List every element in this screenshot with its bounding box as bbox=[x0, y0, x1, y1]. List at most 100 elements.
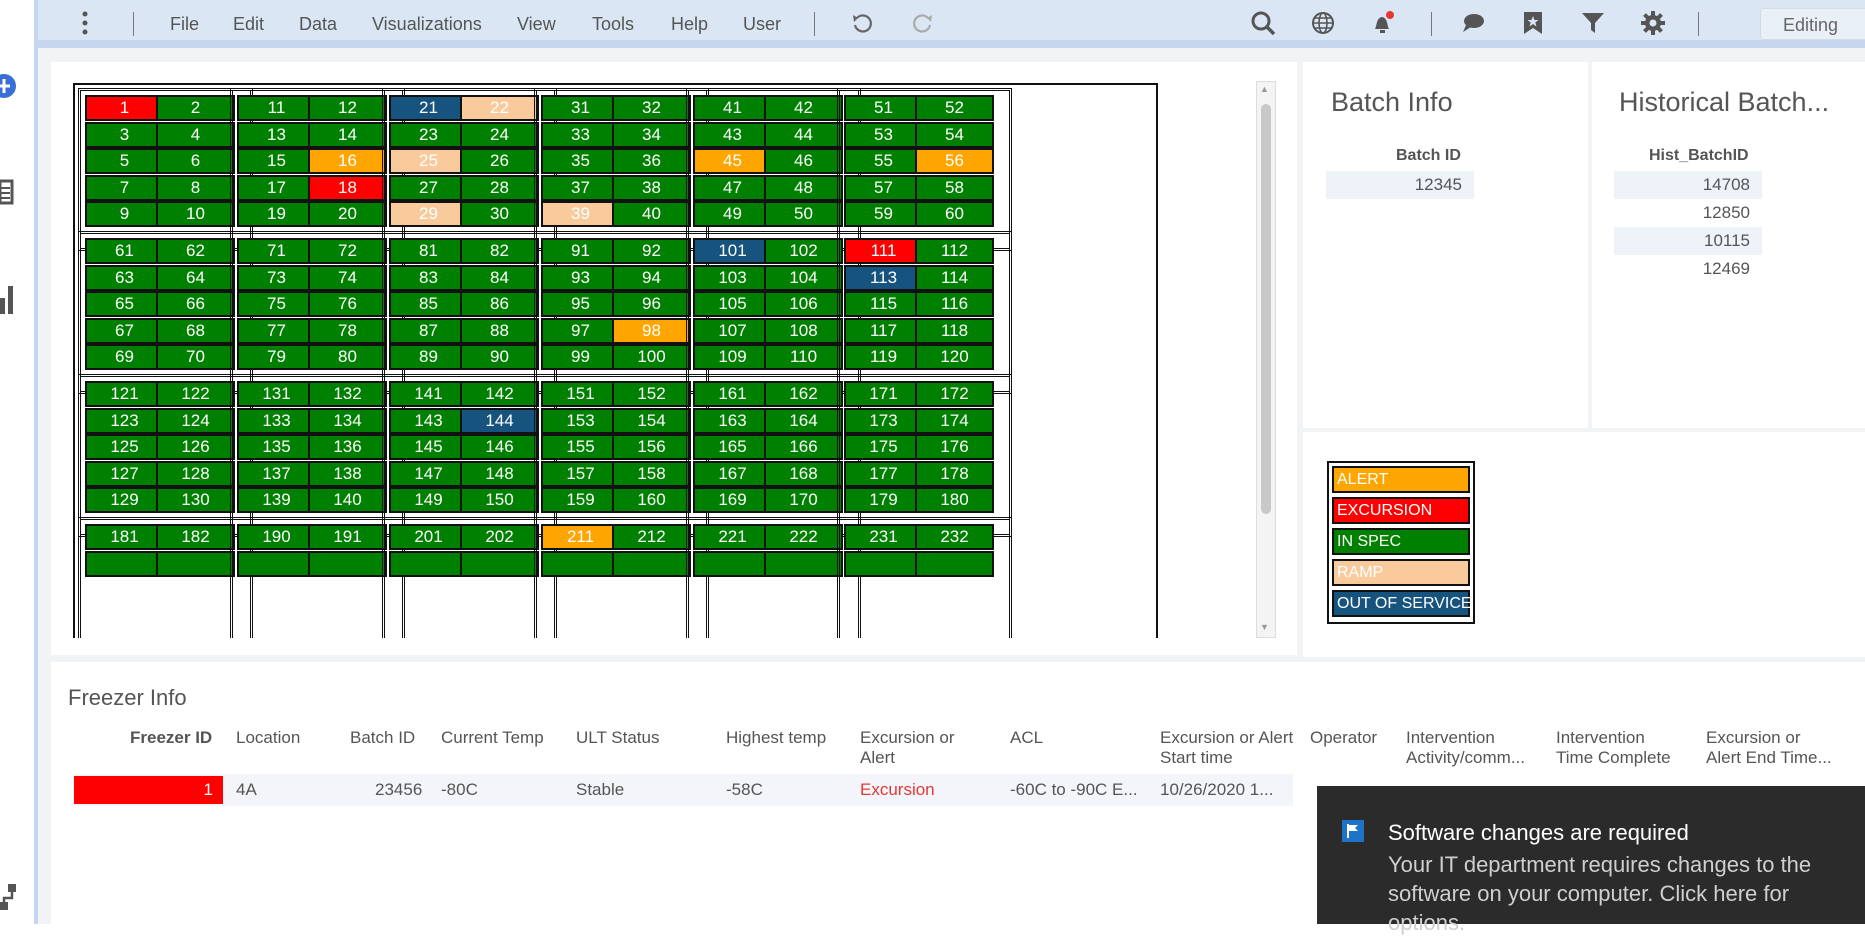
col-highest-temp[interactable]: Highest temp bbox=[726, 728, 826, 748]
freezer-cell[interactable]: 190 bbox=[237, 524, 316, 550]
freezer-cell[interactable]: 25 bbox=[389, 148, 468, 175]
freezer-cell[interactable]: 5 bbox=[85, 148, 164, 175]
grid-scrollbar[interactable]: ▲ ▼ bbox=[1256, 81, 1276, 638]
freezer-cell[interactable]: 165 bbox=[693, 434, 772, 461]
freezer-cell[interactable]: 84 bbox=[460, 264, 539, 291]
freezer-cell[interactable]: 1 bbox=[85, 95, 164, 121]
col-intervention-time[interactable]: Intervention Time Complete bbox=[1556, 728, 1686, 768]
freezer-cell[interactable]: 139 bbox=[237, 487, 316, 514]
freezer-cell[interactable]: 133 bbox=[237, 407, 316, 434]
freezer-cell[interactable]: 114 bbox=[915, 264, 994, 291]
freezer-cell[interactable]: 181 bbox=[85, 524, 164, 550]
freezer-cell[interactable]: 55 bbox=[844, 148, 923, 175]
scroll-down-icon[interactable]: ▼ bbox=[1260, 622, 1269, 632]
freezer-cell[interactable]: 99 bbox=[541, 344, 620, 371]
hist-batch-row[interactable]: 10115 bbox=[1614, 227, 1762, 255]
freezer-cell[interactable]: 191 bbox=[308, 524, 387, 550]
freezer-cell[interactable]: 89 bbox=[389, 344, 468, 371]
freezer-cell[interactable] bbox=[85, 550, 164, 577]
freezer-cell[interactable]: 67 bbox=[85, 317, 164, 344]
freezer-cell[interactable]: 6 bbox=[156, 148, 235, 175]
cell-acl[interactable]: -60C to -90C E... bbox=[1010, 780, 1138, 800]
menu-file[interactable]: File bbox=[170, 14, 199, 35]
filter-icon[interactable] bbox=[1580, 10, 1606, 36]
freezer-cell[interactable]: 33 bbox=[541, 121, 620, 148]
col-current-temp[interactable]: Current Temp bbox=[441, 728, 544, 748]
hist-batch-row[interactable]: 12469 bbox=[1614, 255, 1762, 283]
freezer-cell[interactable]: 97 bbox=[541, 317, 620, 344]
freezer-cell[interactable]: 124 bbox=[156, 407, 235, 434]
freezer-cell[interactable]: 34 bbox=[612, 121, 691, 148]
freezer-cell[interactable]: 54 bbox=[915, 121, 994, 148]
freezer-cell[interactable]: 57 bbox=[844, 174, 923, 201]
freezer-cell[interactable] bbox=[237, 550, 316, 577]
col-intervention-activity[interactable]: Intervention Activity/comm... bbox=[1406, 728, 1536, 768]
freezer-cell[interactable]: 125 bbox=[85, 434, 164, 461]
bookmark-icon[interactable] bbox=[1520, 10, 1546, 36]
freezer-cell[interactable]: 47 bbox=[693, 174, 772, 201]
freezer-cell[interactable]: 20 bbox=[308, 201, 387, 228]
freezer-cell[interactable]: 135 bbox=[237, 434, 316, 461]
cell-current-temp[interactable]: -80C bbox=[441, 780, 478, 800]
freezer-cell[interactable]: 13 bbox=[237, 121, 316, 148]
freezer-cell[interactable]: 149 bbox=[389, 487, 468, 514]
freezer-cell[interactable]: 30 bbox=[460, 201, 539, 228]
globe-icon[interactable] bbox=[1310, 10, 1336, 36]
freezer-cell[interactable]: 79 bbox=[237, 344, 316, 371]
freezer-cell[interactable]: 83 bbox=[389, 264, 468, 291]
freezer-cell[interactable]: 179 bbox=[844, 487, 923, 514]
freezer-cell[interactable]: 169 bbox=[693, 487, 772, 514]
system-notification-toast[interactable]: Software changes are required Your IT de… bbox=[1317, 786, 1865, 935]
freezer-cell[interactable]: 158 bbox=[612, 460, 691, 487]
freezer-cell[interactable]: 95 bbox=[541, 291, 620, 318]
freezer-cell[interactable]: 28 bbox=[460, 174, 539, 201]
list-icon[interactable] bbox=[0, 178, 18, 206]
freezer-cell[interactable]: 19 bbox=[237, 201, 316, 228]
freezer-cell[interactable]: 68 bbox=[156, 317, 235, 344]
freezer-cell[interactable]: 40 bbox=[612, 201, 691, 228]
freezer-cell[interactable]: 46 bbox=[764, 148, 843, 175]
notification-bell-icon[interactable] bbox=[1370, 10, 1396, 36]
freezer-cell[interactable]: 98 bbox=[612, 317, 691, 344]
freezer-cell[interactable]: 231 bbox=[844, 524, 923, 550]
freezer-cell[interactable]: 11 bbox=[237, 95, 316, 121]
menu-visualizations[interactable]: Visualizations bbox=[372, 14, 482, 35]
freezer-cell[interactable]: 166 bbox=[764, 434, 843, 461]
freezer-cell[interactable]: 7 bbox=[85, 174, 164, 201]
batch-id-header[interactable]: Batch ID bbox=[1396, 147, 1461, 165]
freezer-cell[interactable]: 74 bbox=[308, 264, 387, 291]
freezer-cell[interactable]: 153 bbox=[541, 407, 620, 434]
freezer-cell[interactable]: 118 bbox=[915, 317, 994, 344]
freezer-cell[interactable]: 144 bbox=[460, 407, 539, 434]
undo-icon[interactable] bbox=[849, 10, 875, 36]
freezer-cell[interactable]: 59 bbox=[844, 201, 923, 228]
freezer-cell[interactable]: 121 bbox=[85, 381, 164, 407]
freezer-cell[interactable]: 3 bbox=[85, 121, 164, 148]
freezer-cell[interactable]: 152 bbox=[612, 381, 691, 407]
freezer-cell[interactable]: 151 bbox=[541, 381, 620, 407]
freezer-cell[interactable]: 90 bbox=[460, 344, 539, 371]
freezer-cell[interactable]: 128 bbox=[156, 460, 235, 487]
freezer-cell[interactable]: 44 bbox=[764, 121, 843, 148]
menu-help[interactable]: Help bbox=[671, 14, 708, 35]
freezer-cell[interactable]: 31 bbox=[541, 95, 620, 121]
freezer-cell[interactable]: 16 bbox=[308, 148, 387, 175]
freezer-cell[interactable]: 167 bbox=[693, 460, 772, 487]
freezer-cell[interactable]: 122 bbox=[156, 381, 235, 407]
cell-ult-status[interactable]: Stable bbox=[576, 780, 624, 800]
freezer-cell[interactable]: 155 bbox=[541, 434, 620, 461]
hist-batch-row[interactable]: 12850 bbox=[1614, 199, 1762, 227]
freezer-cell[interactable]: 140 bbox=[308, 487, 387, 514]
freezer-cell[interactable]: 4 bbox=[156, 121, 235, 148]
freezer-cell[interactable]: 108 bbox=[764, 317, 843, 344]
freezer-cell[interactable]: 127 bbox=[85, 460, 164, 487]
freezer-cell[interactable]: 12 bbox=[308, 95, 387, 121]
freezer-cell[interactable]: 36 bbox=[612, 148, 691, 175]
freezer-cell[interactable]: 45 bbox=[693, 148, 772, 175]
cell-freezer-id[interactable]: 1 bbox=[74, 776, 223, 804]
freezer-cell[interactable]: 201 bbox=[389, 524, 468, 550]
freezer-cell[interactable]: 58 bbox=[915, 174, 994, 201]
freezer-cell[interactable]: 86 bbox=[460, 291, 539, 318]
col-end-time[interactable]: Excursion or Alert End Time... bbox=[1706, 728, 1836, 768]
freezer-cell[interactable]: 131 bbox=[237, 381, 316, 407]
